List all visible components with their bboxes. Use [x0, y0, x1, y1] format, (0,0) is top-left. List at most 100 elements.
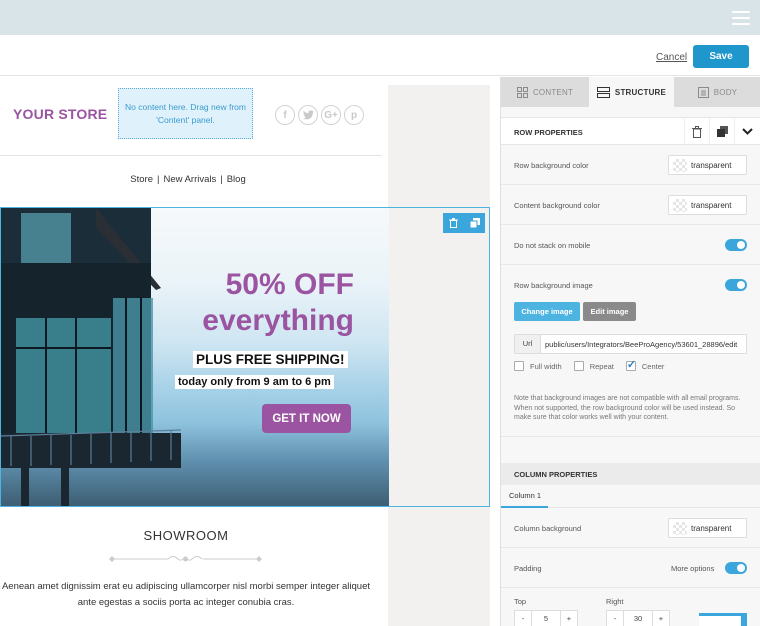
decrement-button[interactable]: - — [515, 611, 531, 626]
chevron-down-icon — [741, 128, 753, 135]
tab-body-label: BODY — [713, 87, 738, 97]
header-divider — [0, 155, 382, 156]
trash-icon — [692, 125, 702, 138]
bg-image-note: Note that background images are not comp… — [514, 395, 741, 421]
facebook-icon[interactable]: f — [275, 105, 295, 125]
padding-row: Padding More options — [501, 548, 760, 588]
cancel-link[interactable]: Cancel — [656, 52, 687, 63]
row-bg-image-label: Row background image — [514, 281, 593, 290]
nav-link-blog[interactable]: Blog — [227, 174, 246, 185]
nav-link-store[interactable]: Store — [130, 174, 153, 185]
more-options-toggle[interactable] — [725, 562, 747, 574]
row-properties-title: ROW PROPERTIES — [514, 128, 583, 137]
checkbox-box[interactable] — [514, 361, 524, 371]
content-bg-color-value: transparent — [691, 201, 732, 210]
save-button[interactable]: Save — [693, 45, 749, 68]
hero-headline-line1: 50% OFF — [225, 268, 354, 301]
center-checkbox[interactable]: Center — [625, 358, 665, 371]
rows-icon — [596, 86, 610, 98]
padding-right-label: Right — [606, 597, 624, 606]
row-bg-color-value: transparent — [691, 161, 732, 170]
pinterest-icon[interactable]: p — [344, 105, 364, 125]
hamburger-menu-icon[interactable] — [732, 11, 750, 25]
nav-separator: | — [156, 174, 160, 185]
hero-subheadline: PLUS FREE SHIPPING! — [193, 351, 348, 368]
row-bg-color-picker[interactable]: transparent — [668, 155, 747, 175]
social-icons: f G+ p — [275, 105, 364, 125]
hero-hours: today only from 9 am to 6 pm — [175, 375, 334, 389]
nav-separator: | — [220, 174, 223, 185]
action-bar: Cancel Save — [0, 35, 760, 76]
edit-image-button[interactable]: Edit image — [583, 302, 636, 321]
hero-empty-area — [389, 208, 489, 506]
email-canvas: YOUR STORE No content here. Drag new fro… — [0, 77, 500, 626]
padding-top-label: Top — [514, 597, 527, 606]
hero-row-selected[interactable]: 50% OFF everything PLUS FREE SHIPPING! t… — [0, 207, 490, 507]
padding-top-value[interactable]: 5 — [531, 611, 561, 626]
checkbox-box[interactable] — [573, 361, 584, 371]
glass-building-image — [1, 208, 181, 506]
column-bg-color-picker[interactable]: transparent — [668, 518, 747, 538]
tab-content-label: CONTENT — [532, 87, 574, 97]
repeat-label: Repeat — [589, 361, 614, 371]
ornament-divider-icon — [109, 556, 262, 562]
properties-panel: CONTENT STRUCTURE BODY ROW PROPERTIES Ro… — [500, 77, 760, 626]
column-properties-header: COLUMN PROPERTIES — [501, 463, 760, 485]
twitter-icon[interactable] — [298, 105, 318, 125]
center-label: Center — [641, 361, 665, 371]
tab-column-1[interactable]: Column 1 — [501, 485, 548, 508]
transparent-swatch — [673, 199, 687, 212]
padding-top-stepper: - 5 + — [514, 610, 578, 626]
showroom-body-text: Aenean amet dignissim erat eu adipiscing… — [1, 581, 371, 608]
url-label: Url — [515, 335, 541, 353]
repeat-checkbox[interactable]: Repeat — [573, 361, 614, 371]
empty-dropzone[interactable]: No content here. Drag new from 'Content'… — [118, 88, 253, 139]
grid-icon — [516, 86, 528, 98]
padding-right-stepper: - 30 + — [606, 610, 670, 626]
decrement-button[interactable]: - — [607, 611, 623, 626]
more-options-label: More options — [671, 564, 715, 573]
column-bg-value: transparent — [691, 524, 732, 533]
nav-link-new-arrivals[interactable]: New Arrivals — [163, 174, 216, 185]
padding-preview — [699, 613, 747, 626]
store-logo[interactable]: YOUR STORE — [13, 106, 107, 122]
full-width-checkbox[interactable]: Full width — [514, 361, 562, 371]
content-bg-color-label: Content background color — [514, 201, 600, 210]
panel-tabs: CONTENT STRUCTURE BODY — [501, 77, 760, 107]
padding-right-value[interactable]: 30 — [623, 611, 653, 626]
delete-row-icon[interactable] — [443, 213, 464, 233]
padding-label: Padding — [514, 564, 542, 573]
change-image-button[interactable]: Change image — [514, 302, 580, 321]
content-bg-color-picker[interactable]: transparent — [668, 195, 747, 215]
image-options: Full width Repeat Center — [514, 358, 665, 371]
tab-structure[interactable]: STRUCTURE — [589, 77, 674, 107]
increment-button[interactable]: + — [653, 611, 669, 626]
tab-content[interactable]: CONTENT — [501, 77, 589, 107]
no-stack-toggle[interactable] — [725, 239, 747, 251]
transparent-swatch — [673, 159, 687, 172]
tab-structure-label: STRUCTURE — [614, 87, 667, 97]
duplicate-row-button[interactable] — [709, 118, 734, 145]
full-width-label: Full width — [530, 361, 562, 371]
no-stack-row: Do not stack on mobile — [501, 225, 760, 265]
top-bar — [0, 0, 760, 35]
row-bg-image-toggle[interactable] — [725, 279, 747, 291]
no-stack-label: Do not stack on mobile — [514, 241, 591, 250]
tab-body[interactable]: BODY — [674, 77, 760, 107]
duplicate-icon — [716, 126, 728, 137]
row-properties-header: ROW PROPERTIES — [501, 117, 760, 145]
checkbox-box-checked[interactable] — [625, 358, 636, 371]
transparent-swatch — [673, 522, 687, 535]
content-bg-color-row: Content background color transparent — [501, 185, 760, 225]
url-input[interactable] — [545, 335, 745, 353]
nav-menu: Store | New Arrivals | Blog — [0, 174, 376, 185]
delete-row-button[interactable] — [684, 118, 709, 145]
row-bg-color-label: Row background color — [514, 161, 589, 170]
row-bg-color-row: Row background color transparent — [501, 145, 760, 185]
page-icon — [697, 86, 709, 98]
get-it-now-button[interactable]: GET IT NOW — [262, 404, 351, 433]
increment-button[interactable]: + — [561, 611, 577, 626]
google-plus-icon[interactable]: G+ — [321, 105, 341, 125]
duplicate-row-icon[interactable] — [464, 213, 485, 233]
collapse-section-button[interactable] — [734, 118, 759, 145]
